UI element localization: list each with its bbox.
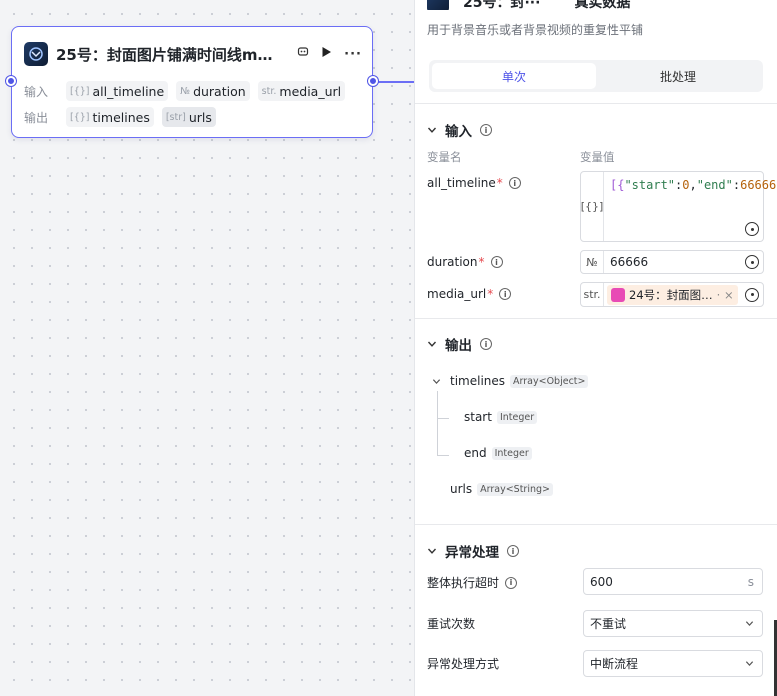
type-badge: str. [581,283,604,306]
tree-connector [437,418,449,419]
node-output-label: 输出 [24,110,49,125]
output-section-header[interactable]: 输出 i [427,334,492,354]
variable-reference-tag[interactable]: 24号：封面图… · × [607,284,738,305]
timeout-label: 整体执行超时 i [427,574,518,591]
tab-single[interactable]: 单次 [432,63,596,89]
panel-description: 用于背景音乐或者背景视频的重复性平铺 [427,23,644,37]
tree-connector [437,391,438,455]
error-section-title: 异常处理 [445,545,499,561]
field-label-duration: duration * i [427,255,503,269]
error-section-header[interactable]: 异常处理 i [427,541,519,561]
tree-connector [437,455,449,456]
info-icon[interactable]: i [505,576,518,589]
info-icon[interactable]: i [499,288,512,300]
retry-label: 重试次数 [427,617,476,631]
output-item-end: end Integer [464,446,532,460]
debug-icon[interactable] [297,46,309,62]
output-item-start: start Integer [464,410,538,424]
output-item-timelines: timelines Array<Object> [450,374,589,388]
chevron-down-icon [745,621,754,626]
input-chip-duration: № duration [176,81,250,101]
chevron-down-icon [427,341,437,347]
panel-node-icon [427,0,449,10]
error-handling-select[interactable]: 中断流程 [583,650,763,677]
panel-header: 25号：封··· 真实数据 [415,0,777,10]
input-section-header[interactable]: 输入 i [427,120,492,140]
chevron-down-icon [427,548,437,554]
type-badge: № [581,251,604,273]
output-chip-timelines: [{}] timelines [66,107,154,127]
output-item-urls: urls Array<String> [450,482,553,496]
connection-edge [378,81,416,83]
panel-mode-select[interactable]: 真实数据 [574,0,630,10]
run-icon[interactable] [321,46,332,62]
node-config-panel: 25号：封··· 真实数据 用于背景音乐或者背景视频的重复性平铺 单次 批处理 … [414,0,777,696]
column-header-value: 变量值 [580,150,615,164]
timeout-input[interactable]: 600 s [583,568,763,595]
workflow-node-card[interactable]: 25号：封面图片铺满时间线m… ··· 输入 [{}] all_timeline … [6,26,378,138]
chevron-down-icon [427,127,437,133]
media-url-input[interactable]: str. 24号：封面图… · × [580,282,764,307]
duration-input[interactable]: № 66666 [580,250,764,274]
info-icon[interactable]: i [490,256,503,268]
info-icon[interactable]: i [480,338,492,350]
variable-ref-icon[interactable] [745,222,759,236]
chevron-down-icon[interactable] [432,377,441,386]
field-label-media-url: media_url * i [427,287,512,301]
duration-value[interactable]: 66666 [604,251,745,273]
variable-ref-icon[interactable] [745,287,759,302]
close-icon[interactable]: · × [717,288,734,302]
variable-ref-icon[interactable] [745,255,759,269]
node-title: 25号：封面图片铺满时间线m… [56,45,273,64]
tab-batch[interactable]: 批处理 [596,63,760,89]
chevron-down-icon [745,661,754,666]
output-section-title: 输出 [445,338,472,354]
node-output-port[interactable] [368,76,378,86]
node-input-port[interactable] [6,76,16,86]
info-icon[interactable]: i [507,545,519,557]
node-input-label: 输入 [24,84,49,99]
field-label-all-timeline: all_timeline * i [427,176,521,190]
retry-select[interactable]: 不重试 [583,610,763,637]
all-timeline-input[interactable]: [{}] [{"start": 0, "end": 66666}] [580,171,777,242]
panel-title: 25号：封··· [463,0,541,10]
input-chip-all-timeline: [{}] all_timeline [66,81,169,101]
input-section-title: 输入 [445,124,472,140]
more-icon[interactable]: ··· [344,47,362,62]
run-mode-tabs: 单次 批处理 [429,60,763,92]
input-chip-media-url: str. media_url [257,81,346,101]
output-chip-urls: [str] urls [161,107,216,127]
node-logo-icon [24,42,48,66]
error-handling-label: 异常处理方式 [427,657,500,671]
column-header-name: 变量名 [427,150,462,164]
type-badge: [{}] [581,172,604,241]
info-icon[interactable]: i [480,124,492,136]
info-icon[interactable]: i [508,177,521,189]
node-reference-icon [611,287,625,302]
